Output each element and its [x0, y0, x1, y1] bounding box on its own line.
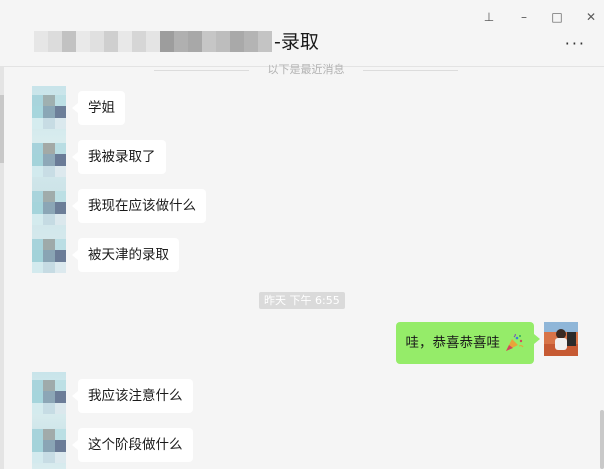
contact-avatar[interactable] — [32, 380, 66, 414]
scrollbar-thumb[interactable] — [600, 410, 604, 469]
contact-avatar[interactable] — [32, 239, 66, 273]
minimize-icon[interactable]: – — [516, 9, 532, 25]
self-avatar[interactable] — [544, 322, 578, 356]
pin-icon[interactable]: ⊥ — [481, 9, 497, 25]
sent-message-text: 哇，恭喜恭喜哇 — [405, 335, 501, 351]
chat-title-suffix: -录取 — [274, 31, 319, 53]
message-bubble-received[interactable]: 学姐 — [72, 91, 125, 125]
message-bubble-received[interactable]: 我现在应该做什么 — [72, 189, 206, 223]
contact-avatar[interactable] — [32, 191, 66, 225]
recent-messages-divider: 以下是最近消息 — [154, 63, 458, 77]
contact-avatar[interactable] — [32, 95, 66, 129]
close-icon[interactable]: ✕ — [583, 9, 599, 25]
recent-messages-label: 以下是最近消息 — [267, 63, 345, 76]
window-left-edge-shade — [0, 95, 4, 163]
self-avatar-photo — [544, 322, 578, 356]
contact-avatar[interactable] — [32, 143, 66, 177]
party-popper-icon — [506, 334, 524, 351]
message-bubble-received[interactable]: 我被录取了 — [72, 140, 166, 174]
message-timestamp: 昨天 下午 6:55 — [259, 292, 345, 309]
window-left-edge — [0, 0, 4, 469]
blurred-contact-name — [34, 31, 272, 52]
message-bubble-received[interactable]: 这个阶段做什么 — [72, 428, 193, 462]
contact-avatar[interactable] — [32, 429, 66, 463]
maximize-icon[interactable]: □ — [549, 9, 565, 25]
message-bubble-received[interactable]: 我应该注意什么 — [72, 379, 193, 413]
more-options-button[interactable]: ··· — [565, 36, 586, 52]
message-bubble-received[interactable]: 被天津的录取 — [72, 238, 179, 272]
chat-header: -录取 ⊥ – □ ✕ ··· — [0, 0, 604, 67]
message-bubble-sent[interactable]: 哇，恭喜恭喜哇 — [395, 322, 540, 364]
